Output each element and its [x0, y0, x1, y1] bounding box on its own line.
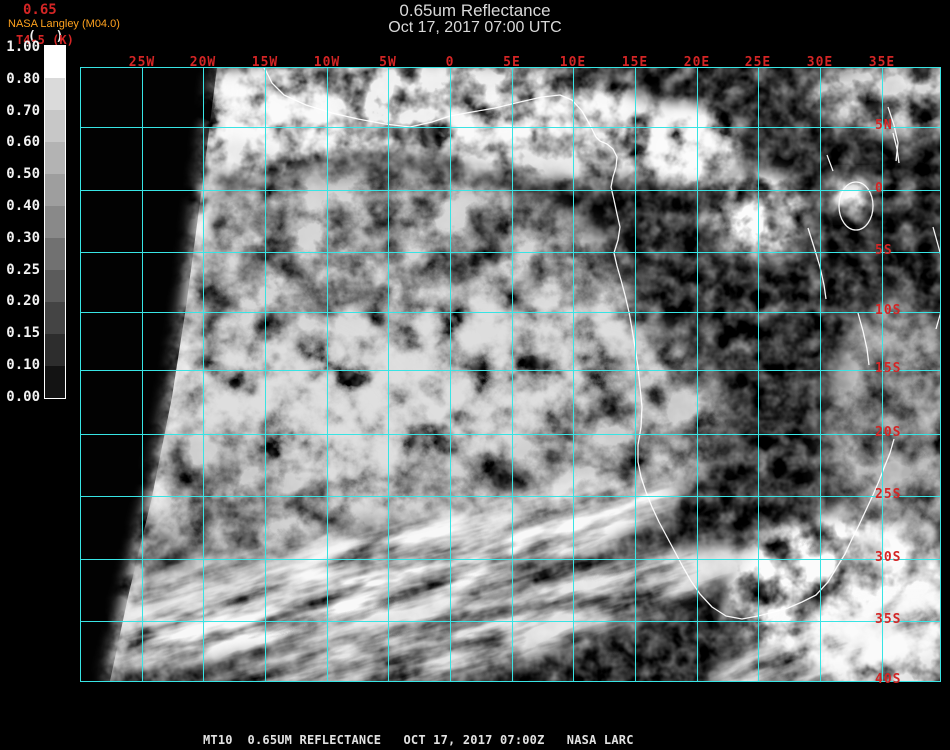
grid-parallel-line: [80, 252, 941, 253]
colorbar-tick-label: 0.00: [6, 389, 40, 405]
longitude-label: 10W: [313, 55, 341, 70]
grid-meridian-line: [573, 67, 574, 681]
longitude-label: 25E: [744, 55, 772, 70]
colorbar-tick-label: 0.70: [6, 103, 40, 119]
grid-parallel-line: [80, 370, 941, 371]
longitude-label: 10E: [559, 55, 587, 70]
cloud-imagery: [80, 67, 941, 681]
latitude-label: 5S: [875, 243, 893, 258]
grid-meridian-line: [80, 67, 81, 681]
grid-meridian-line: [203, 67, 204, 681]
grid-meridian-line: [940, 67, 941, 681]
grid-meridian-line: [758, 67, 759, 681]
colorbar-segment: [45, 366, 65, 398]
latitude-label: 10S: [875, 303, 902, 318]
grid-meridian-line: [142, 67, 143, 681]
colorbar-segment: [45, 334, 65, 366]
grid-parallel-line: [80, 190, 941, 191]
grid-parallel-line: [80, 434, 941, 435]
colorbar-tick-label: 0.80: [6, 71, 40, 87]
latitude-label: 25S: [875, 487, 902, 502]
latitude-label: 20S: [875, 425, 902, 440]
longitude-label: 20E: [683, 55, 711, 70]
colorbar-tick-label: 0.40: [6, 198, 40, 214]
longitude-label: 5E: [503, 55, 521, 70]
footer-caption: MT10 0.65UM REFLECTANCE OCT 17, 2017 07:…: [203, 733, 634, 747]
grid-meridian-line: [265, 67, 266, 681]
grid-meridian-line: [697, 67, 698, 681]
satellite-image-page: 0.65um Reflectance Oct 17, 2017 07:00 UT…: [0, 0, 950, 750]
grid-parallel-line: [80, 312, 941, 313]
colorbar-tick-label: 0.15: [6, 325, 40, 341]
page-title: 0.65um Reflectance: [399, 1, 551, 20]
colorbar-tick-label: 0.25: [6, 262, 40, 278]
latitude-label: 5N: [875, 118, 893, 133]
grid-parallel-line: [80, 496, 941, 497]
grid-meridian-line: [388, 67, 389, 681]
colorbar-tick-label: 0.60: [6, 134, 40, 150]
page-subtitle: Oct 17, 2017 07:00 UTC: [388, 18, 562, 36]
satellite-map: 25W 20W 15W 10W 5W 0 5E 10E 15E 20E 25E 30E 35E 5N 0 5S…: [80, 55, 941, 687]
grid-meridian-line: [450, 67, 451, 681]
grid-parallel-line: [80, 681, 941, 682]
colorbar-segment: [45, 270, 65, 302]
reflectance-colorbar: [44, 45, 66, 399]
latitude-label: 15S: [875, 361, 902, 376]
colorbar-segment: [45, 302, 65, 334]
colorbar-segment: [45, 110, 65, 142]
header: 0.65um Reflectance Oct 17, 2017 07:00 UT…: [0, 2, 950, 37]
colorbar-segment: [45, 78, 65, 110]
grid-meridian-line: [635, 67, 636, 681]
grid-parallel-line: [80, 127, 941, 128]
longitude-label: 30E: [806, 55, 834, 70]
longitude-label: 0: [445, 55, 455, 70]
colorbar-tick-label: 0.30: [6, 230, 40, 246]
grid-parallel-line: [80, 559, 941, 560]
grid-meridian-line: [327, 67, 328, 681]
colorbar-tick-label: 0.20: [6, 293, 40, 309]
colorbar-tick-label: 0.50: [6, 166, 40, 182]
channel-label: 0.65: [23, 2, 57, 18]
colorbar-segment: [45, 206, 65, 238]
colorbar-segment: [45, 142, 65, 174]
latitude-label: 40S: [875, 672, 902, 687]
colorbar-tick-label: 0.10: [6, 357, 40, 373]
longitude-label: 15W: [251, 55, 279, 70]
latitude-label: 30S: [875, 550, 902, 565]
grid-parallel-line: [80, 621, 941, 622]
latitude-label: 35S: [875, 612, 902, 627]
latitude-label: 0: [875, 181, 884, 196]
longitude-label: 15E: [621, 55, 649, 70]
colorbar-segment: [45, 238, 65, 270]
colorbar-tick-label: 1.00: [6, 39, 40, 55]
colorbar-segment: [45, 174, 65, 206]
longitude-label: 5W: [379, 55, 397, 70]
longitude-label: 25W: [128, 55, 156, 70]
grid-meridian-line: [512, 67, 513, 681]
grid-meridian-line: [820, 67, 821, 681]
longitude-label: 20W: [189, 55, 217, 70]
longitude-label: 35E: [868, 55, 896, 70]
colorbar-segment: [45, 46, 65, 78]
